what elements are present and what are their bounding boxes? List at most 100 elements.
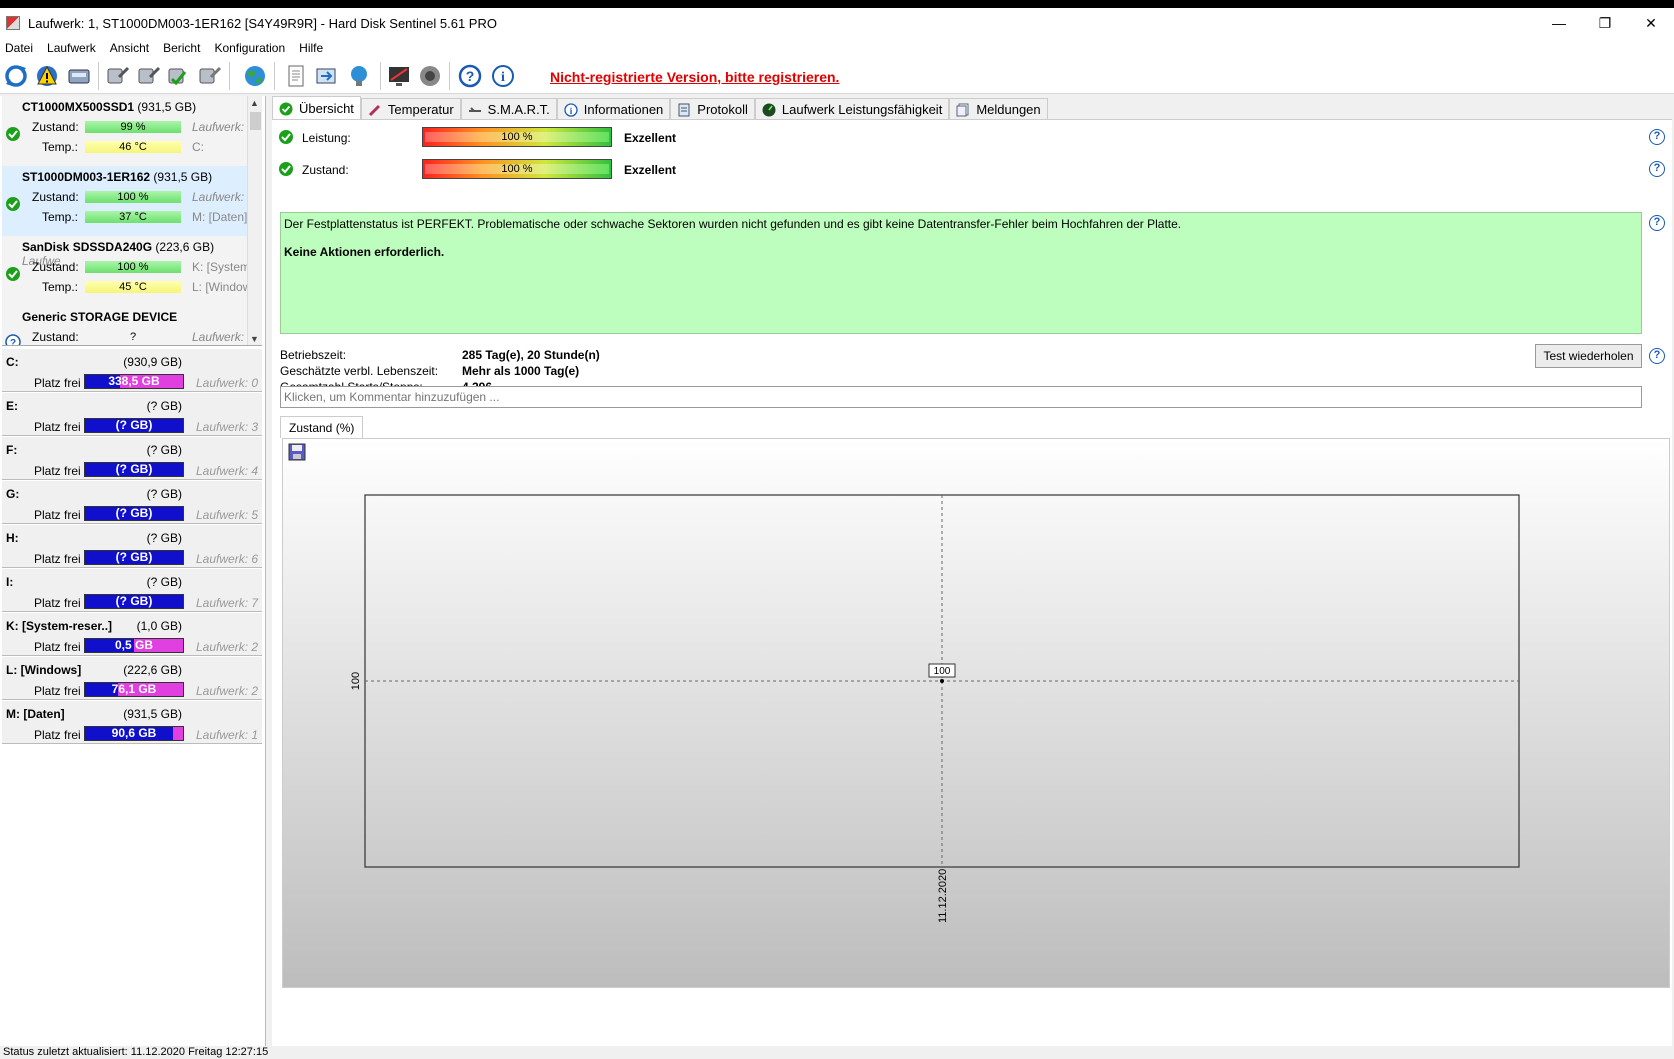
volume-item[interactable]: L: [Windows] (222,6 GB) Platz frei 76,1 GB L… — [2, 656, 262, 700]
data-point — [940, 679, 944, 683]
volume-drive: Laufwerk: 0 — [196, 376, 259, 390]
volume-size: (931,5 GB) — [123, 707, 182, 721]
disk-item[interactable]: CT1000MX500SSD1 (931,5 GB) Zustand: 99 %… — [2, 96, 247, 166]
disk-icon[interactable] — [66, 63, 92, 89]
tab-bar: Übersicht Temperatur S.M.A.R.T. i Inform… — [272, 96, 1048, 120]
menu-bericht[interactable]: Bericht — [156, 41, 207, 55]
volume-item[interactable]: G: (? GB) Platz frei (? GB) Laufwerk: 5 — [2, 480, 262, 524]
minimize-button[interactable]: — — [1536, 8, 1582, 38]
betriebszeit-label: Betriebszeit: — [280, 348, 347, 362]
volume-item[interactable]: C: (930,9 GB) Platz frei 338,5 GB Laufwerk: … — [2, 348, 262, 392]
volume-drive: Laufwerk: 1 — [196, 728, 259, 742]
disk-item-selected[interactable]: ST1000DM003-1ER162 (931,5 GB) Zustand: 1… — [2, 166, 247, 236]
close-button[interactable]: ✕ — [1628, 8, 1674, 38]
menu-laufwerk[interactable]: Laufwerk — [40, 41, 103, 55]
disk-check-icon[interactable] — [136, 63, 162, 89]
menu-datei[interactable]: Datei — [0, 41, 40, 55]
volume-item[interactable]: F: (? GB) Platz frei (? GB) Laufwerk: 4 — [2, 436, 262, 480]
tab-meldungen[interactable]: Meldungen — [949, 98, 1048, 120]
left-panel: CT1000MX500SSD1 (931,5 GB) Zustand: 99 %… — [0, 96, 266, 1046]
free-space-value: (? GB) — [115, 418, 153, 432]
speaker-icon[interactable] — [417, 63, 443, 89]
tab-informationen[interactable]: i Informationen — [556, 98, 671, 120]
send-icon[interactable] — [313, 63, 339, 89]
volume-size: (? GB) — [146, 575, 182, 589]
globe-icon[interactable] — [242, 63, 268, 89]
network-icon[interactable] — [346, 63, 372, 89]
volume-size: (? GB) — [146, 399, 182, 413]
retest-button[interactable]: Test wiederholen — [1535, 344, 1642, 368]
refresh-icon[interactable] — [3, 63, 29, 89]
volume-item[interactable]: I: (? GB) Platz frei (? GB) Laufwerk: 7 — [2, 568, 262, 612]
registration-link[interactable]: Nicht-registrierte Version, bitte regist… — [550, 69, 839, 85]
lebenszeit-value: Mehr als 1000 Tag(e) — [462, 364, 580, 378]
disk-ok-icon[interactable] — [166, 63, 192, 89]
help-icon[interactable]: ? — [1649, 215, 1665, 231]
volume-item[interactable]: E: (? GB) Platz frei (? GB) Laufwerk: 3 — [2, 392, 262, 436]
zustand-value: ? — [129, 331, 137, 343]
free-space-label: Platz frei — [34, 508, 81, 522]
free-space-bar: (? GB) — [84, 594, 184, 609]
monitor-icon[interactable] — [386, 63, 412, 89]
tab-uebersicht[interactable]: Übersicht — [272, 96, 361, 120]
tab-leistung[interactable]: Laufwerk Leistungsfähigkeit — [754, 98, 950, 120]
disk-item[interactable]: Generic STORAGE DEVICE ? Zustand: ? Lauf… — [2, 306, 247, 346]
zustand-row: Zustand: 100 % Exzellent — [278, 158, 1658, 182]
health-icon[interactable] — [105, 63, 131, 89]
volume-item[interactable]: M: [Daten] (931,5 GB) Platz frei 90,6 GB Lau… — [2, 700, 262, 744]
free-space-bar: 76,1 GB — [84, 682, 184, 697]
status-message-box: Der Festplattenstatus ist PERFEKT. Probl… — [280, 212, 1642, 334]
data-label: 100 — [934, 666, 951, 677]
tab-temperatur[interactable]: Temperatur — [360, 98, 461, 120]
chart-tab-zustand[interactable]: Zustand (%) — [280, 416, 364, 438]
leistung-value: 100 % — [425, 132, 609, 143]
report-icon[interactable] — [283, 63, 309, 89]
volume-size: (1,0 GB) — [136, 619, 182, 633]
info-icon[interactable]: i — [490, 63, 516, 89]
zustand-label: Zustand: — [32, 190, 79, 204]
help-icon[interactable]: ? — [1649, 161, 1665, 177]
tab-smart[interactable]: S.M.A.R.T. — [460, 98, 557, 120]
disk-name: Generic STORAGE DEVICE — [22, 310, 178, 324]
volume-drive: Laufwerk: 5 — [196, 508, 259, 522]
disk-name: CT1000MX500SSD1 (931,5 GB) — [22, 100, 197, 114]
zustand-label: Zustand: — [32, 260, 79, 274]
free-space-bar: (? GB) — [84, 550, 184, 565]
volume-drive: Laufwerk: 6 — [196, 552, 259, 566]
free-space-label: Platz frei — [34, 684, 81, 698]
free-space-label: Platz frei — [34, 464, 81, 478]
volume-item[interactable]: K: [System-reser..] (1,0 GB) Platz frei 0,5… — [2, 612, 262, 656]
right-panel: Übersicht Temperatur S.M.A.R.T. i Inform… — [270, 96, 1674, 1046]
help-icon[interactable]: ? — [1649, 129, 1665, 145]
log-icon — [678, 103, 690, 116]
free-space-value: (? GB) — [115, 550, 153, 564]
volume-item[interactable]: H: (? GB) Platz frei (? GB) Laufwerk: 6 — [2, 524, 262, 568]
drive-letters: M: [Daten] — [192, 210, 248, 224]
menu-ansicht[interactable]: Ansicht — [103, 41, 156, 55]
temp-bar: 46 °C — [85, 141, 181, 153]
zustand-label: Zustand: — [302, 163, 349, 177]
overview-panel: Leistung: 100 % Exzellent ? Zustand: 100… — [272, 119, 1672, 1046]
scroll-down-icon[interactable]: ▼ — [250, 334, 259, 344]
free-space-label: Platz frei — [34, 420, 81, 434]
menu-hilfe[interactable]: Hilfe — [292, 41, 330, 55]
maximize-button[interactable]: ❐ — [1582, 8, 1628, 38]
disk-item[interactable]: SanDisk SDSSDA240G (223,6 GB) Laufwe Zus… — [2, 236, 251, 306]
zustand-value: 100 % — [425, 164, 609, 175]
betriebszeit-value: 285 Tag(e), 20 Stunde(n) — [462, 348, 600, 362]
help-icon[interactable]: ? — [457, 63, 483, 89]
disk-scan-icon[interactable] — [197, 63, 223, 89]
disk-list-scrollbar[interactable]: ▲ ▼ — [247, 96, 262, 345]
ok-check-icon — [6, 197, 20, 211]
comment-input[interactable] — [280, 386, 1642, 408]
menu-konfiguration[interactable]: Konfiguration — [207, 41, 292, 55]
scroll-thumb[interactable] — [250, 112, 261, 130]
status-bar: Status zuletzt aktualisiert: 11.12.2020 … — [0, 1046, 1674, 1059]
scroll-up-icon[interactable]: ▲ — [250, 98, 259, 108]
volume-name: F: — [6, 443, 18, 457]
tab-protokoll[interactable]: Protokoll — [670, 98, 755, 120]
svg-text:?: ? — [10, 338, 16, 346]
help-icon[interactable]: ? — [1649, 348, 1665, 364]
warning-icon[interactable] — [34, 63, 60, 89]
free-space-value: (? GB) — [115, 594, 153, 608]
